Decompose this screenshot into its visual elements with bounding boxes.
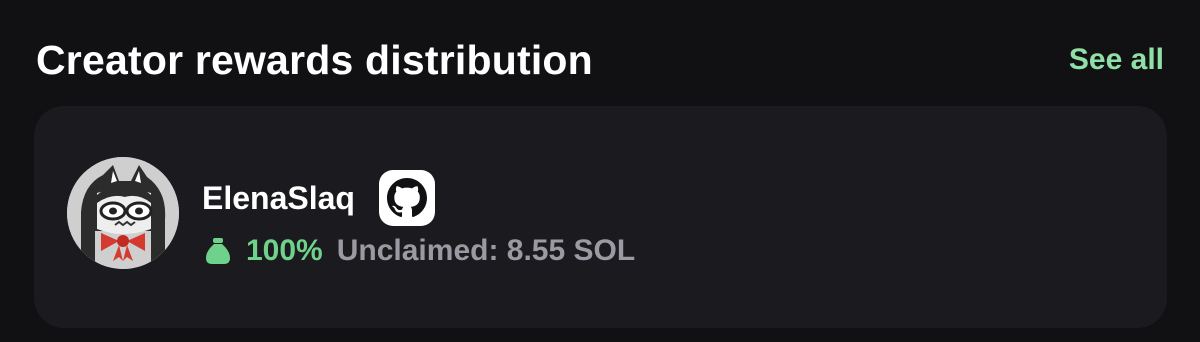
cat-girl-avatar-icon	[67, 157, 179, 269]
reward-stats-row: 100% Unclaimed: 8.55 SOL	[204, 231, 635, 271]
creator-rewards-page: Creator rewards distribution See all Ele…	[0, 0, 1200, 342]
money-bag-icon	[204, 236, 232, 266]
see-all-link[interactable]: See all	[1069, 43, 1164, 77]
avatar[interactable]	[67, 157, 179, 269]
github-icon[interactable]	[378, 170, 435, 226]
reward-share-percent: 100%	[246, 234, 323, 267]
creator-name-row: ElenaSlaq	[202, 170, 435, 226]
section-title: Creator rewards distribution	[36, 36, 593, 83]
creator-reward-card[interactable]: ElenaSlaq 100% Unclaimed: 8.55 SOL	[34, 106, 1167, 328]
section-header: Creator rewards distribution See all	[36, 30, 1166, 90]
unclaimed-amount: Unclaimed: 8.55 SOL	[336, 234, 636, 267]
creator-name[interactable]: ElenaSlaq	[202, 180, 355, 217]
